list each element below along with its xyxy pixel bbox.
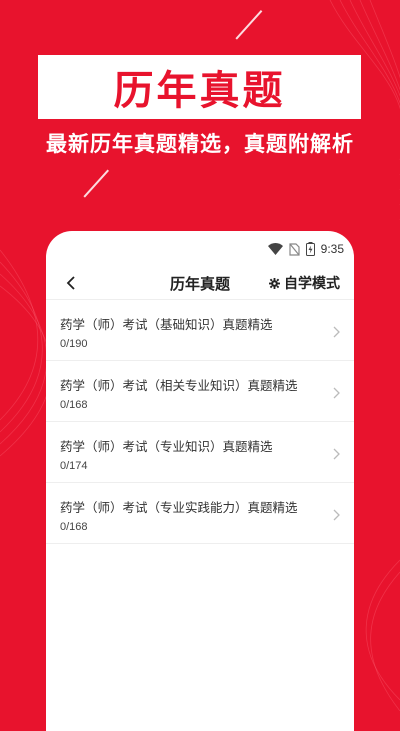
hero-subtitle: 最新历年真题精选，真题附解析 — [46, 132, 354, 156]
gear-icon — [269, 277, 280, 289]
wifi-icon — [267, 243, 283, 255]
exam-list: 药学（师）考试（基础知识）真题精选 0/190 药学（师）考试（相关专业知识）真… — [46, 300, 354, 544]
item-progress: 0/168 — [60, 399, 88, 411]
chevron-right-icon — [333, 326, 340, 338]
status-time: 9:35 — [320, 242, 344, 256]
item-progress: 0/168 — [60, 521, 88, 533]
no-sim-icon — [289, 242, 300, 256]
phone-screen: 9:35 历年真题 自学模式 药学（师）考试（基础知识）真题精选 0/190 药… — [46, 231, 354, 731]
hero-banner: 历年真题 — [38, 55, 361, 119]
item-progress: 0/190 — [60, 338, 88, 350]
nav-bar: 历年真题 自学模式 — [46, 267, 354, 300]
list-item[interactable]: 药学（师）考试（专业实践能力）真题精选 0/168 — [46, 483, 354, 544]
item-title: 药学（师）考试（基础知识）真题精选 — [60, 317, 273, 332]
self-study-mode-button[interactable]: 自学模式 — [269, 267, 340, 299]
chevron-right-icon — [333, 387, 340, 399]
hero-title: 历年真题 — [113, 68, 286, 114]
battery-charging-icon — [305, 242, 315, 256]
status-bar: 9:35 — [46, 231, 354, 267]
list-item[interactable]: 药学（师）考试（基础知识）真题精选 0/190 — [46, 300, 354, 361]
list-item[interactable]: 药学（师）考试（相关专业知识）真题精选 0/168 — [46, 361, 354, 422]
item-title: 药学（师）考试（专业实践能力）真题精选 — [60, 500, 298, 515]
chevron-right-icon — [333, 509, 340, 521]
item-progress: 0/174 — [60, 460, 88, 472]
chevron-right-icon — [333, 448, 340, 460]
back-button[interactable] — [60, 271, 82, 295]
list-item[interactable]: 药学（师）考试（专业知识）真题精选 0/174 — [46, 422, 354, 483]
item-title: 药学（师）考试（专业知识）真题精选 — [60, 439, 273, 454]
item-title: 药学（师）考试（相关专业知识）真题精选 — [60, 378, 298, 393]
chevron-left-icon — [66, 276, 75, 290]
self-study-mode-label: 自学模式 — [284, 276, 340, 292]
